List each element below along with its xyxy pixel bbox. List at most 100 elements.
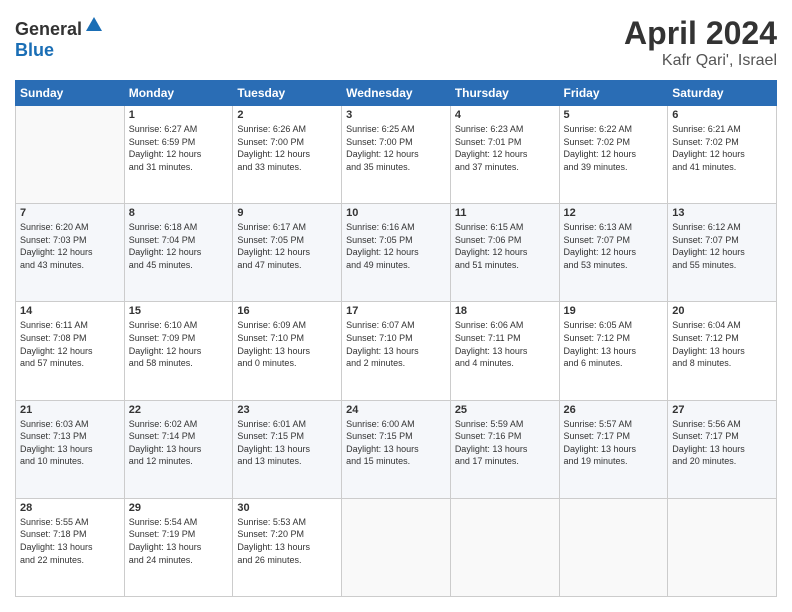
day-number: 15	[129, 305, 229, 317]
day-number: 11	[455, 207, 555, 219]
day-info: Sunrise: 6:20 AM Sunset: 7:03 PM Dayligh…	[20, 221, 120, 271]
day-number: 19	[564, 305, 664, 317]
calendar-day-cell: 28 Sunrise: 5:55 AM Sunset: 7:18 PM Dayli…	[16, 498, 125, 596]
calendar-day-cell: 9 Sunrise: 6:17 AM Sunset: 7:05 PM Daylig…	[233, 204, 342, 302]
calendar-week-row: 7 Sunrise: 6:20 AM Sunset: 7:03 PM Daylig…	[16, 204, 777, 302]
calendar-day-cell: 13 Sunrise: 6:12 AM Sunset: 7:07 PM Dayli…	[668, 204, 777, 302]
day-info: Sunrise: 6:02 AM Sunset: 7:14 PM Dayligh…	[129, 418, 229, 468]
calendar-table: SundayMondayTuesdayWednesdayThursdayFrid…	[15, 80, 777, 597]
day-info: Sunrise: 5:54 AM Sunset: 7:19 PM Dayligh…	[129, 516, 229, 566]
calendar-day-cell: 27 Sunrise: 5:56 AM Sunset: 7:17 PM Dayli…	[668, 400, 777, 498]
day-number: 13	[672, 207, 772, 219]
calendar-day-cell	[450, 498, 559, 596]
calendar-day-cell: 10Sunrise: 6:16 AM Sunset: 7:05 PM Dayli…	[342, 204, 451, 302]
day-number: 24	[346, 404, 446, 416]
calendar-week-row: 1 Sunrise: 6:27 AM Sunset: 6:59 PM Daylig…	[16, 106, 777, 204]
day-number: 30	[237, 502, 337, 514]
calendar-day-cell	[342, 498, 451, 596]
day-number: 3	[346, 109, 446, 121]
calendar-day-cell: 1 Sunrise: 6:27 AM Sunset: 6:59 PM Daylig…	[124, 106, 233, 204]
calendar-day-cell: 23 Sunrise: 6:01 AM Sunset: 7:15 PM Dayli…	[233, 400, 342, 498]
calendar-day-cell: 12Sunrise: 6:13 AM Sunset: 7:07 PM Dayli…	[559, 204, 668, 302]
day-info: Sunrise: 6:17 AM Sunset: 7:05 PM Dayligh…	[237, 221, 337, 271]
day-number: 14	[20, 305, 120, 317]
weekday-header-row: SundayMondayTuesdayWednesdayThursdayFrid…	[16, 81, 777, 106]
calendar-day-cell: 15 Sunrise: 6:10 AM Sunset: 7:09 PM Dayli…	[124, 302, 233, 400]
logo-general: General	[15, 19, 82, 39]
calendar-day-cell: 18Sunrise: 6:06 AM Sunset: 7:11 PM Dayli…	[450, 302, 559, 400]
day-info: Sunrise: 5:56 AM Sunset: 7:17 PM Dayligh…	[672, 418, 772, 468]
day-info: Sunrise: 6:04 AM Sunset: 7:12 PM Dayligh…	[672, 319, 772, 369]
day-info: Sunrise: 6:25 AM Sunset: 7:00 PM Dayligh…	[346, 123, 446, 173]
day-info: Sunrise: 6:01 AM Sunset: 7:15 PM Dayligh…	[237, 418, 337, 468]
day-info: Sunrise: 6:18 AM Sunset: 7:04 PM Dayligh…	[129, 221, 229, 271]
calendar-day-cell: 21 Sunrise: 6:03 AM Sunset: 7:13 PM Dayli…	[16, 400, 125, 498]
calendar-day-cell: 6 Sunrise: 6:21 AM Sunset: 7:02 PM Daylig…	[668, 106, 777, 204]
calendar-day-cell: 4 Sunrise: 6:23 AM Sunset: 7:01 PM Daylig…	[450, 106, 559, 204]
weekday-header-cell: Sunday	[16, 81, 125, 106]
day-number: 23	[237, 404, 337, 416]
day-info: Sunrise: 6:00 AM Sunset: 7:15 PM Dayligh…	[346, 418, 446, 468]
calendar-day-cell: 30 Sunrise: 5:53 AM Sunset: 7:20 PM Dayli…	[233, 498, 342, 596]
calendar-week-row: 21 Sunrise: 6:03 AM Sunset: 7:13 PM Dayli…	[16, 400, 777, 498]
day-info: Sunrise: 6:03 AM Sunset: 7:13 PM Dayligh…	[20, 418, 120, 468]
weekday-header-cell: Tuesday	[233, 81, 342, 106]
day-info: Sunrise: 5:53 AM Sunset: 7:20 PM Dayligh…	[237, 516, 337, 566]
logo-icon	[84, 15, 104, 35]
calendar-week-row: 14Sunrise: 6:11 AM Sunset: 7:08 PM Dayli…	[16, 302, 777, 400]
location-title: Kafr Qari', Israel	[624, 52, 777, 70]
page-header: General Blue April 2024 Kafr Qari', Isra…	[15, 15, 777, 70]
day-number: 9	[237, 207, 337, 219]
calendar-day-cell: 7 Sunrise: 6:20 AM Sunset: 7:03 PM Daylig…	[16, 204, 125, 302]
day-info: Sunrise: 6:27 AM Sunset: 6:59 PM Dayligh…	[129, 123, 229, 173]
weekday-header-cell: Friday	[559, 81, 668, 106]
calendar-day-cell: 22Sunrise: 6:02 AM Sunset: 7:14 PM Dayli…	[124, 400, 233, 498]
day-number: 4	[455, 109, 555, 121]
day-number: 17	[346, 305, 446, 317]
logo-blue: Blue	[15, 40, 54, 60]
weekday-header-cell: Thursday	[450, 81, 559, 106]
day-number: 27	[672, 404, 772, 416]
day-info: Sunrise: 6:22 AM Sunset: 7:02 PM Dayligh…	[564, 123, 664, 173]
weekday-header-cell: Saturday	[668, 81, 777, 106]
weekday-header-cell: Monday	[124, 81, 233, 106]
calendar-day-cell: 20 Sunrise: 6:04 AM Sunset: 7:12 PM Dayli…	[668, 302, 777, 400]
day-number: 20	[672, 305, 772, 317]
calendar-day-cell: 3 Sunrise: 6:25 AM Sunset: 7:00 PM Daylig…	[342, 106, 451, 204]
calendar-body: 1 Sunrise: 6:27 AM Sunset: 6:59 PM Daylig…	[16, 106, 777, 597]
calendar-day-cell: 24 Sunrise: 6:00 AM Sunset: 7:15 PM Dayli…	[342, 400, 451, 498]
calendar-day-cell: 14Sunrise: 6:11 AM Sunset: 7:08 PM Dayli…	[16, 302, 125, 400]
day-info: Sunrise: 6:16 AM Sunset: 7:05 PM Dayligh…	[346, 221, 446, 271]
day-number: 2	[237, 109, 337, 121]
calendar-day-cell: 17Sunrise: 6:07 AM Sunset: 7:10 PM Dayli…	[342, 302, 451, 400]
calendar-day-cell: 8Sunrise: 6:18 AM Sunset: 7:04 PM Daylig…	[124, 204, 233, 302]
day-number: 7	[20, 207, 120, 219]
day-info: Sunrise: 6:23 AM Sunset: 7:01 PM Dayligh…	[455, 123, 555, 173]
day-number: 18	[455, 305, 555, 317]
day-number: 25	[455, 404, 555, 416]
calendar-day-cell	[559, 498, 668, 596]
weekday-header-cell: Wednesday	[342, 81, 451, 106]
day-info: Sunrise: 6:12 AM Sunset: 7:07 PM Dayligh…	[672, 221, 772, 271]
day-number: 12	[564, 207, 664, 219]
day-info: Sunrise: 6:09 AM Sunset: 7:10 PM Dayligh…	[237, 319, 337, 369]
day-number: 5	[564, 109, 664, 121]
day-number: 28	[20, 502, 120, 514]
day-info: Sunrise: 5:59 AM Sunset: 7:16 PM Dayligh…	[455, 418, 555, 468]
logo-text: General Blue	[15, 15, 104, 61]
day-number: 29	[129, 502, 229, 514]
day-info: Sunrise: 6:10 AM Sunset: 7:09 PM Dayligh…	[129, 319, 229, 369]
calendar-day-cell	[668, 498, 777, 596]
day-number: 6	[672, 109, 772, 121]
day-number: 21	[20, 404, 120, 416]
calendar-day-cell: 11 Sunrise: 6:15 AM Sunset: 7:06 PM Dayli…	[450, 204, 559, 302]
day-number: 1	[129, 109, 229, 121]
day-info: Sunrise: 6:05 AM Sunset: 7:12 PM Dayligh…	[564, 319, 664, 369]
day-info: Sunrise: 6:21 AM Sunset: 7:02 PM Dayligh…	[672, 123, 772, 173]
logo: General Blue	[15, 15, 104, 61]
day-info: Sunrise: 6:15 AM Sunset: 7:06 PM Dayligh…	[455, 221, 555, 271]
calendar-day-cell: 19 Sunrise: 6:05 AM Sunset: 7:12 PM Dayli…	[559, 302, 668, 400]
day-info: Sunrise: 5:55 AM Sunset: 7:18 PM Dayligh…	[20, 516, 120, 566]
month-title: April 2024	[624, 15, 777, 52]
calendar-week-row: 28 Sunrise: 5:55 AM Sunset: 7:18 PM Dayli…	[16, 498, 777, 596]
